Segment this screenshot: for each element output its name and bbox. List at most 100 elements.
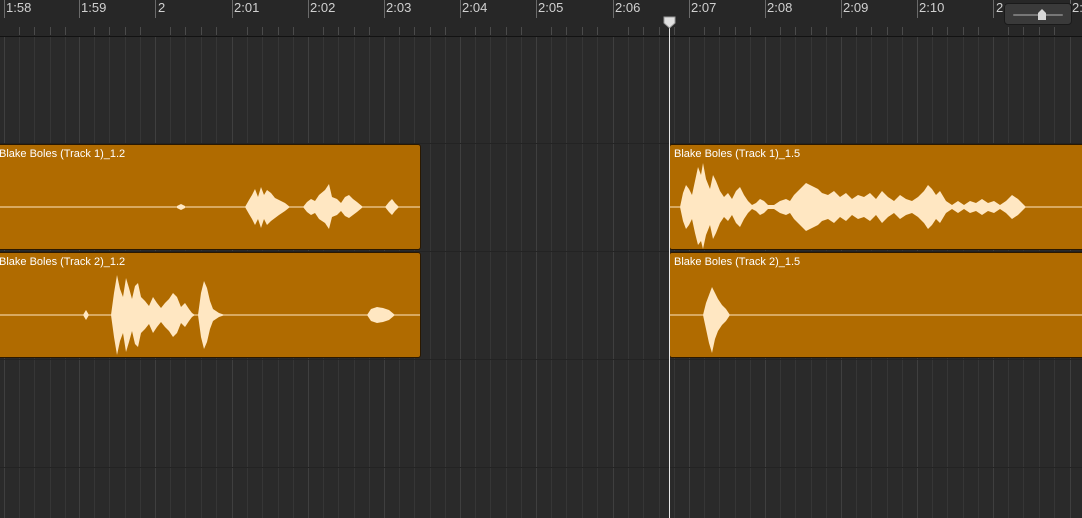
gridline — [521, 37, 522, 518]
ruler-minor-tick — [490, 27, 491, 35]
ruler-minor-tick — [323, 27, 324, 35]
ruler-label: 2: — [1072, 0, 1082, 15]
ruler-tick — [689, 0, 690, 18]
ruler-minor-tick — [1008, 27, 1009, 35]
ruler-minor-tick — [628, 27, 629, 35]
ruler-minor-tick — [597, 27, 598, 35]
ruler-minor-tick — [94, 27, 95, 35]
ruler-label: 2:04 — [462, 0, 488, 15]
ruler-minor-tick — [354, 27, 355, 35]
ruler-tick — [384, 0, 385, 18]
gridline — [445, 37, 446, 518]
ruler-minor-tick — [811, 27, 812, 35]
gridline — [628, 37, 629, 518]
ruler-tick — [841, 0, 842, 18]
ruler-tick — [4, 0, 5, 18]
gridline — [659, 37, 660, 518]
ruler-minor-tick — [902, 27, 903, 35]
ruler-minor-tick — [978, 27, 979, 35]
ruler-label: 2:02 — [310, 0, 336, 15]
ruler-label: 2:09 — [843, 0, 869, 15]
ruler-minor-tick — [566, 27, 567, 35]
ruler-minor-tick — [780, 27, 781, 35]
ruler-tick — [155, 0, 156, 18]
ruler-minor-tick — [826, 27, 827, 35]
ruler-minor-tick — [856, 27, 857, 35]
ruler-minor-tick — [445, 27, 446, 35]
ruler-minor-tick — [932, 27, 933, 35]
ruler-minor-tick — [170, 27, 171, 35]
gridline — [566, 37, 567, 518]
track-separator — [0, 467, 1082, 468]
ruler-minor-tick — [369, 27, 370, 35]
ruler-minor-tick — [1023, 27, 1024, 35]
ruler-minor-tick — [293, 27, 294, 35]
ruler-minor-tick — [278, 27, 279, 35]
ruler-minor-tick — [262, 27, 263, 35]
audio-region[interactable]: Blake Boles (Track 2)_1.2 — [0, 252, 421, 358]
ruler-minor-tick — [963, 27, 964, 35]
ruler-label: 2:08 — [767, 0, 793, 15]
ruler-minor-tick — [735, 27, 736, 35]
audio-region[interactable]: Blake Boles (Track 1)_1.2 — [0, 144, 421, 250]
ruler-minor-tick — [643, 27, 644, 35]
gridline — [643, 37, 644, 518]
ruler-label: 2:10 — [919, 0, 945, 15]
gridline — [582, 37, 583, 518]
ruler-minor-tick — [475, 27, 476, 35]
ruler-minor-tick — [887, 27, 888, 35]
playhead-marker-icon[interactable] — [663, 16, 676, 29]
ruler-minor-tick — [1039, 27, 1040, 35]
ruler-tick — [460, 0, 461, 18]
ruler-minor-tick — [338, 27, 339, 35]
ruler-minor-tick — [399, 27, 400, 35]
zoom-slider-icon[interactable] — [1038, 9, 1046, 20]
ruler-tick — [613, 0, 614, 18]
audio-region[interactable]: Blake Boles (Track 1)_1.5 — [669, 144, 1082, 250]
ruler-label: 2 — [158, 0, 166, 15]
ruler-minor-tick — [109, 27, 110, 35]
ruler-tick — [765, 0, 766, 18]
ruler-label: 2:01 — [234, 0, 260, 15]
ruler-minor-tick — [50, 27, 51, 35]
ruler-minor-tick — [34, 27, 35, 35]
gridline — [475, 37, 476, 518]
ruler-minor-tick — [201, 27, 202, 35]
ruler-minor-tick — [947, 27, 948, 35]
gridline — [506, 37, 507, 518]
ruler-tick — [917, 0, 918, 18]
waveform — [0, 275, 420, 355]
waveform — [0, 184, 420, 229]
ruler-minor-tick — [216, 27, 217, 35]
audio-region[interactable]: Blake Boles (Track 2)_1.5 — [669, 252, 1082, 358]
ruler-label: 2:05 — [538, 0, 564, 15]
timeline-ruler[interactable]: 1:58 1:59 2 2:01 2:02 2:03 2:04 2:05 2:0… — [0, 0, 1082, 37]
gridline — [536, 37, 537, 518]
ruler-tick — [993, 0, 994, 18]
ruler-minor-tick — [750, 27, 751, 35]
gridline — [490, 37, 491, 518]
waveform — [670, 287, 1082, 353]
ruler-minor-tick — [659, 27, 660, 35]
zoom-control[interactable] — [1004, 3, 1072, 25]
gridline — [551, 37, 552, 518]
gridline — [430, 37, 431, 518]
ruler-minor-tick — [704, 27, 705, 35]
playhead[interactable] — [669, 18, 670, 518]
ruler-minor-tick — [65, 27, 66, 35]
ruler-minor-tick — [125, 27, 126, 35]
ruler-minor-tick — [582, 27, 583, 35]
ruler-label: 1:59 — [81, 0, 107, 15]
ruler-minor-tick — [1054, 27, 1055, 35]
ruler-tick — [308, 0, 309, 18]
ruler-minor-tick — [506, 27, 507, 35]
ruler-minor-tick — [719, 27, 720, 35]
ruler-label: 1:58 — [6, 0, 32, 15]
ruler-minor-tick — [185, 27, 186, 35]
gridline — [460, 37, 461, 518]
gridline — [597, 37, 598, 518]
ruler-label: 2:07 — [691, 0, 717, 15]
ruler-minor-tick — [871, 27, 872, 35]
ruler-minor-tick — [414, 27, 415, 35]
ruler-tick — [536, 0, 537, 18]
